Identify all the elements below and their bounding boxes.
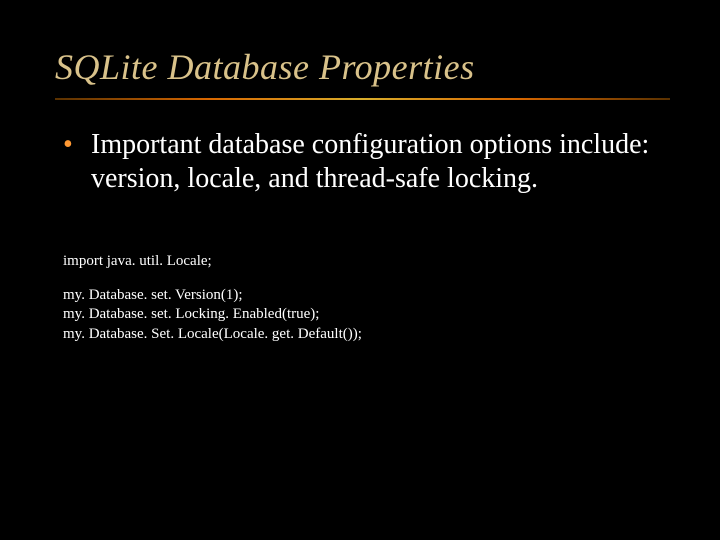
code-block: import java. util. Locale; my. Database.… bbox=[63, 252, 670, 344]
code-line: my. Database. set. Version(1); bbox=[63, 286, 670, 306]
slide: SQLite Database Properties Important dat… bbox=[0, 0, 720, 540]
title-divider bbox=[55, 98, 670, 100]
bullet-text: Important database configuration options… bbox=[91, 129, 649, 194]
code-line: my. Database. set. Locking. Enabled(true… bbox=[63, 305, 670, 325]
code-line: my. Database. Set. Locale(Locale. get. D… bbox=[63, 325, 670, 345]
bullet-list: Important database configuration options… bbox=[63, 128, 670, 196]
code-line: import java. util. Locale; bbox=[63, 252, 670, 272]
bullet-item: Important database configuration options… bbox=[63, 128, 670, 196]
slide-title: SQLite Database Properties bbox=[55, 46, 670, 88]
code-gap bbox=[63, 272, 670, 286]
